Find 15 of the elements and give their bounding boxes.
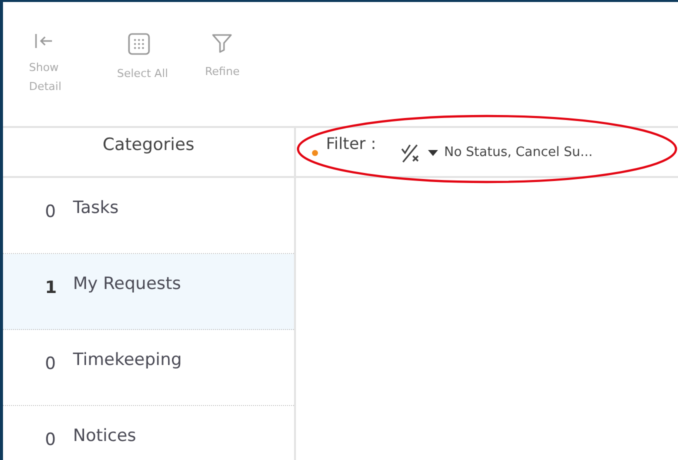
item-count: 0 <box>45 200 57 224</box>
category-item[interactable]: 1 My Requests <box>3 254 294 330</box>
item-label: Notices <box>73 424 136 448</box>
filter-value[interactable]: No Status, Cancel Su... <box>444 143 593 163</box>
item-count: 1 <box>45 276 58 300</box>
item-count: 0 <box>45 352 57 376</box>
item-label: Timekeeping <box>73 348 182 372</box>
caret-icon[interactable] <box>428 150 438 156</box>
show-detail-icon <box>33 32 55 50</box>
select-all-icon <box>127 32 151 56</box>
item-count: 0 <box>45 428 57 452</box>
filter-label: Filter : <box>326 133 376 155</box>
item-label: Tasks <box>73 196 119 220</box>
item-label: My Requests <box>73 272 182 296</box>
filter-icon <box>211 32 233 54</box>
